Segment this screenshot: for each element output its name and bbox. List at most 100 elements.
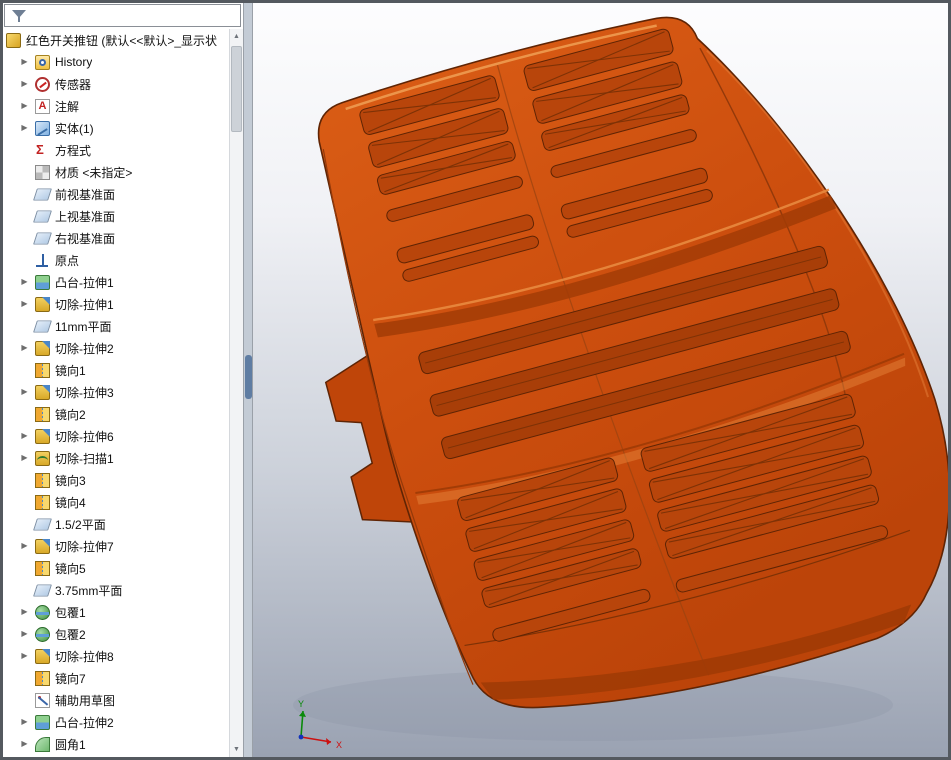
solids-icon [35,120,50,136]
expand-arrow-icon[interactable] [19,733,30,755]
expand-arrow-icon[interactable] [19,601,30,623]
expand-arrow-icon[interactable] [19,711,30,733]
expand-arrow-icon[interactable] [19,117,30,139]
sensors-icon [35,76,50,92]
mirror-icon [35,494,50,510]
tree-item-22[interactable]: 1.5/2平面 [3,513,229,535]
wrap-icon [35,604,50,620]
expand-arrow-icon[interactable] [19,623,30,645]
boss-icon [35,274,50,290]
expand-arrow-icon[interactable] [19,95,30,117]
expand-arrow-icon[interactable] [19,535,30,557]
cut-icon [35,384,50,400]
panel-splitter[interactable] [244,3,253,757]
expand-arrow-icon[interactable] [19,73,30,95]
tree-item-8[interactable]: 上视基准面 [3,205,229,227]
plane-icon [33,210,52,222]
cut-icon [35,648,50,664]
expand-arrow-icon[interactable] [19,293,30,315]
expand-arrow-icon[interactable] [19,425,30,447]
history-icon [35,54,50,70]
tree-item-10[interactable]: 原点 [3,249,229,271]
tree-item-2[interactable]: 传感器 [3,73,229,95]
tree-item-25[interactable]: 3.75mm平面 [3,579,229,601]
tree-item-7[interactable]: 前视基准面 [3,183,229,205]
feature-tree-panel: 红色开关推钮 (默认<<默认>_显示状 History 传感器 注解 实体(1)… [3,3,244,757]
sweep-icon [35,450,50,466]
expand-arrow-icon[interactable] [19,271,30,293]
tree-item-28[interactable]: 切除-拉伸8 [3,645,229,667]
wrap-icon [35,626,50,642]
tree-item-11[interactable]: 凸台-拉伸1 [3,271,229,293]
plane-icon [33,518,52,530]
tree-item-5[interactable]: 方程式 [3,139,229,161]
tree-item-15[interactable]: 镜向1 [3,359,229,381]
expand-arrow-icon[interactable] [19,645,30,667]
boss-icon [35,714,50,730]
tree-item-1[interactable]: History [3,51,229,73]
tree-item-21[interactable]: 镜向4 [3,491,229,513]
tree-item-16[interactable]: 切除-拉伸3 [3,381,229,403]
feature-tree: 红色开关推钮 (默认<<默认>_显示状 History 传感器 注解 实体(1)… [3,29,229,757]
expand-arrow-icon[interactable] [19,337,30,359]
viewport-3d[interactable]: X Y [253,3,948,757]
tree-item-31[interactable]: 凸台-拉伸2 [3,711,229,733]
mirror-icon [35,670,50,686]
cut-icon [35,296,50,312]
tree-item-12[interactable]: 切除-拉伸1 [3,293,229,315]
tree-item-23[interactable]: 切除-拉伸7 [3,535,229,557]
fillet-icon [35,736,50,752]
app-window: 红色开关推钮 (默认<<默认>_显示状 History 传感器 注解 实体(1)… [0,0,951,760]
mirror-icon [35,560,50,576]
tree-item-9[interactable]: 右视基准面 [3,227,229,249]
tree-scrollbar[interactable]: ▲ ▼ [229,29,243,757]
tree-item-4[interactable]: 实体(1) [3,117,229,139]
tree-item-6[interactable]: 材质 <未指定> [3,161,229,183]
tree-item-17[interactable]: 镜向2 [3,403,229,425]
tree-item-24[interactable]: 镜向5 [3,557,229,579]
plane-icon [33,188,52,200]
tree-item-29[interactable]: 镜向7 [3,667,229,689]
expand-arrow-icon[interactable] [19,381,30,403]
mirror-icon [35,472,50,488]
model-red-switch-button[interactable] [256,3,949,757]
tree-item-33[interactable]: 切除-拉伸9 [3,755,229,757]
mirror-icon [35,362,50,378]
sketch-icon [35,692,50,708]
tree-root-item[interactable]: 红色开关推钮 (默认<<默认>_显示状 [3,29,229,51]
cut-icon [35,428,50,444]
tree-root-label: 红色开关推钮 (默认<<默认>_显示状 [26,33,218,48]
expand-arrow-icon[interactable] [19,51,30,73]
tree-item-20[interactable]: 镜向3 [3,469,229,491]
cut-icon [35,538,50,554]
plane-icon [33,232,52,244]
equations-icon [35,142,50,158]
scroll-down-icon[interactable]: ▼ [230,742,243,757]
tree-item-27[interactable]: 包覆2 [3,623,229,645]
tree-item-3[interactable]: 注解 [3,95,229,117]
tree-item-18[interactable]: 切除-拉伸6 [3,425,229,447]
tree-filter-bar [4,4,241,27]
viewport-canvas[interactable]: X Y [253,3,949,757]
material-icon [35,164,50,180]
tree-item-30[interactable]: 辅助用草图 [3,689,229,711]
part-icon [6,32,21,48]
scrollbar-thumb[interactable] [231,46,242,132]
annotations-icon [35,98,50,114]
expand-arrow-icon[interactable] [19,755,30,757]
tree-item-32[interactable]: 圆角1 [3,733,229,755]
plane-icon [33,320,52,332]
expand-arrow-icon[interactable] [19,447,30,469]
scroll-up-icon[interactable]: ▲ [230,29,243,44]
origin-icon [35,253,50,268]
tree-item-26[interactable]: 包覆1 [3,601,229,623]
filter-funnel-icon[interactable] [12,9,26,23]
mirror-icon [35,406,50,422]
cut-icon [35,340,50,356]
splitter-handle[interactable] [245,355,252,399]
tree-item-19[interactable]: 切除-扫描1 [3,447,229,469]
triad-y-label: Y [298,699,304,709]
tree-item-14[interactable]: 切除-拉伸2 [3,337,229,359]
tree-item-13[interactable]: 11mm平面 [3,315,229,337]
plane-icon [33,584,52,596]
